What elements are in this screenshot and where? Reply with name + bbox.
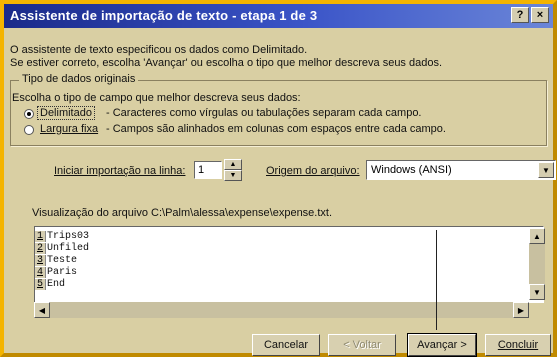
intro-line-1: O assistente de texto especificou os dad… [10, 44, 308, 56]
radio-fixed-width[interactable] [24, 125, 34, 135]
window-title: Assistente de importação de texto - etap… [10, 8, 318, 23]
title-bar: Assistente de importação de texto - etap… [4, 4, 553, 28]
chevron-down-icon[interactable]: ▼ [538, 162, 554, 178]
scroll-right-icon[interactable]: ▶ [513, 302, 529, 318]
group-legend: Tipo de dados originais [19, 73, 139, 85]
row-number: 3 [35, 255, 46, 266]
import-start-spinner[interactable]: ▲ ▼ [224, 159, 242, 181]
preview-label: Visualização do arquivo C:\Palm\alessa\e… [32, 207, 333, 219]
scroll-left-icon[interactable]: ◀ [34, 302, 50, 318]
preview-row: 1 Trips03 [35, 231, 89, 242]
preview-row: 3 Teste [35, 255, 77, 266]
help-button[interactable]: ? [511, 7, 529, 23]
spinner-up-icon[interactable]: ▲ [224, 159, 242, 170]
row-number: 2 [35, 243, 46, 254]
row-text: Paris [47, 267, 78, 278]
data-type-prompt: Escolha o tipo de campo que melhor descr… [12, 92, 301, 104]
fixed-width-description: - Campos são alinhados em colunas com es… [106, 123, 446, 135]
radio-delimited[interactable] [24, 109, 34, 119]
preview-row: 4 Paris [35, 267, 77, 278]
intro-line-2: Se estiver correto, escolha 'Avançar' ou… [10, 57, 443, 69]
import-start-input[interactable]: 1 [194, 161, 222, 179]
row-number: 4 [35, 267, 46, 278]
scroll-up-icon[interactable]: ▲ [529, 228, 545, 244]
row-number: 1 [35, 231, 46, 242]
preview-row: 5 End [35, 279, 65, 290]
delimited-label: Delimitado [37, 106, 95, 120]
file-preview[interactable]: 1 Trips03 2 Unfiled 3 Teste 4 Paris 5 En… [34, 226, 544, 303]
back-button[interactable]: < Voltar [328, 334, 396, 356]
preview-row: 2 Unfiled [35, 243, 89, 254]
option-delimited-label[interactable]: Delimitado [37, 106, 95, 120]
cancel-button[interactable]: Cancelar [252, 334, 320, 356]
row-text: Trips03 [47, 231, 90, 242]
row-text: End [47, 279, 66, 290]
dialog-window: Assistente de importação de texto - etap… [0, 0, 557, 357]
finish-button[interactable]: Concluir [485, 334, 551, 356]
delimited-description: - Caracteres como vírgulas ou tabulações… [106, 107, 422, 119]
mouse-cursor-line [436, 230, 437, 330]
next-button[interactable]: Avançar > [407, 333, 477, 357]
file-origin-select[interactable]: Windows (ANSI) ▼ [366, 160, 556, 180]
file-origin-label: Origem do arquivo: [266, 165, 360, 177]
preview-vertical-scrollbar[interactable]: ▲ ▼ [529, 228, 545, 300]
close-button[interactable]: × [531, 7, 549, 23]
preview-horizontal-scrollbar[interactable]: ◀ ▶ [34, 302, 529, 318]
spinner-down-icon[interactable]: ▼ [224, 170, 242, 181]
fixed-width-label[interactable]: Largura fixa [40, 123, 98, 135]
row-text: Unfiled [47, 243, 90, 254]
file-origin-value: Windows (ANSI) [371, 164, 452, 176]
scroll-down-icon[interactable]: ▼ [529, 284, 545, 300]
row-number: 5 [35, 279, 46, 290]
row-text: Teste [47, 255, 78, 266]
import-start-label: Iniciar importação na linha: [54, 165, 186, 177]
